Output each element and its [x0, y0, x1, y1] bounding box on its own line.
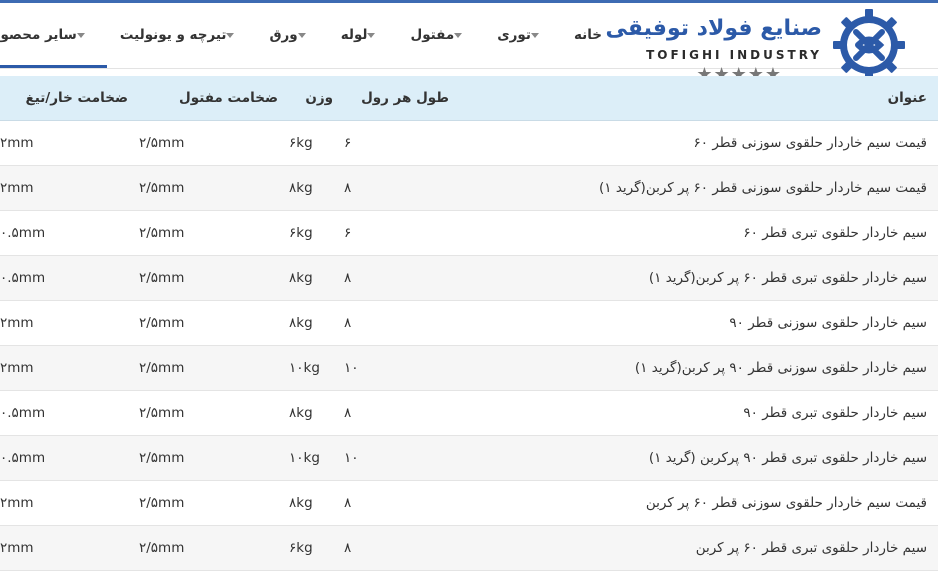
table-row: سیم خاردار حلقوی تبری قطر ۶۰ پر کربن ۸ ۶kg…	[0, 525, 938, 571]
chevron-down-icon	[454, 32, 463, 38]
cell-thorn-thickness: ۰.۵mm	[0, 435, 139, 481]
cell-thorn-thickness: ۲mm	[0, 165, 139, 211]
chevron-down-icon	[226, 32, 235, 38]
nav-item-other-products[interactable]: سایر محصولات	[0, 3, 107, 68]
cell-weight: ۸kg	[289, 390, 344, 436]
cell-wire-thickness: ۲/۵mm	[139, 255, 289, 301]
cell-length: ۶	[344, 120, 460, 166]
cell-length: ۱۰	[344, 435, 460, 481]
cell-title: سیم خاردار حلقوی تبری قطر ۹۰	[460, 390, 938, 436]
table-row: سیم خاردار حلقوی تبری قطر ۶۰ ۶ ۶kg ۲/۵mm ۰.۵…	[0, 210, 938, 256]
nav-item-mesh[interactable]: توری	[484, 3, 561, 67]
cell-wire-thickness: ۲/۵mm	[139, 480, 289, 526]
nav-item-label: تیرچه و یونولیت	[119, 27, 227, 43]
nav-item-wire[interactable]: مفتول	[397, 3, 484, 67]
cell-title: سیم خاردار حلقوی سوزنی قطر ۹۰ پر کربن(گر…	[460, 345, 938, 391]
cell-weight: ۸kg	[289, 165, 344, 211]
chevron-down-icon	[367, 32, 376, 38]
cell-wire-thickness: ۲/۵mm	[139, 210, 289, 256]
table-row: سیم خاردار حلقوی سوزنی قطر ۹۰ پر کربن(گر…	[0, 345, 938, 391]
brand-logo[interactable]: صنایع فولاد توفیقی TOFIGHI INDUSTRY ★★★★…	[605, 8, 906, 85]
table-row: قیمت سیم خاردار حلقوی سوزنی قطر ۶۰ ۶ ۶kg ۲/…	[0, 120, 938, 166]
cell-weight: ۸kg	[289, 255, 344, 301]
nav-item-label: ورق	[269, 27, 298, 43]
brand-subtitle: TOFIGHI INDUSTRY	[646, 48, 822, 62]
table-row: سیم خاردار حلقوی سوزنی قطر ۹۰ ۸ ۸kg ۲/۵mm ۲m…	[0, 300, 938, 346]
cell-weight: ۸kg	[289, 300, 344, 346]
cell-length: ۸	[344, 480, 460, 526]
cell-title: سیم خاردار حلقوی تبری قطر ۹۰ پرکربن (گری…	[460, 435, 938, 481]
cell-thorn-thickness: ۲mm	[0, 345, 139, 391]
cell-title: قیمت سیم خاردار حلقوی سوزنی قطر ۶۰ پر کر…	[460, 165, 938, 211]
cell-weight: ۶kg	[289, 210, 344, 256]
chevron-down-icon	[297, 32, 306, 38]
cell-length: ۸	[344, 525, 460, 571]
header-weight: وزن	[289, 76, 344, 121]
cell-thorn-thickness: ۰.۵mm	[0, 390, 139, 436]
nav-item-label: توری	[497, 27, 531, 43]
chevron-down-icon	[530, 32, 539, 38]
table-row: قیمت سیم خاردار حلقوی سوزنی قطر ۶۰ پر کر…	[0, 165, 938, 211]
price-table: عنوان طول هر رول وزن ضخامت مفتول ضخامت خ…	[0, 76, 938, 571]
cell-wire-thickness: ۲/۵mm	[139, 300, 289, 346]
table-row: سیم خاردار حلقوی تبری قطر ۹۰ ۸ ۸kg ۲/۵mm ۰.۵…	[0, 390, 938, 436]
site-header: صنایع فولاد توفیقی TOFIGHI INDUSTRY ★★★★…	[0, 0, 938, 85]
cell-wire-thickness: ۲/۵mm	[139, 165, 289, 211]
cell-wire-thickness: ۲/۵mm	[139, 345, 289, 391]
gear-logo-icon	[833, 9, 905, 81]
cell-thorn-thickness: ۲mm	[0, 120, 139, 166]
cell-thorn-thickness: ۲mm	[0, 300, 139, 346]
cell-weight: ۱۰kg	[289, 435, 344, 481]
cell-title: سیم خاردار حلقوی سوزنی قطر ۹۰	[460, 300, 938, 346]
cell-thorn-thickness: ۰.۵mm	[0, 210, 139, 256]
table-row: سیم خاردار حلقوی تبری قطر ۹۰ پرکربن (گری…	[0, 435, 938, 481]
chevron-down-icon	[76, 32, 85, 38]
cell-title: سیم خاردار حلقوی تبری قطر ۶۰ پر کربن	[460, 525, 938, 571]
nav-item-label: لوله	[340, 27, 368, 43]
table-row: قیمت سیم خاردار حلقوی سوزنی قطر ۶۰ پر کر…	[0, 480, 938, 526]
nav-item-label: سایر محصولات	[0, 27, 77, 43]
nav-item-joist[interactable]: تیرچه و یونولیت	[107, 3, 257, 67]
cell-title: قیمت سیم خاردار حلقوی سوزنی قطر ۶۰	[460, 120, 938, 166]
nav-item-sheet[interactable]: ورق	[256, 3, 327, 67]
nav-item-pipe[interactable]: لوله	[328, 3, 398, 67]
cell-title: قیمت سیم خاردار حلقوی سوزنی قطر ۶۰ پر کر…	[460, 480, 938, 526]
cell-title: سیم خاردار حلقوی تبری قطر ۶۰ پر کربن(گری…	[460, 255, 938, 301]
cell-wire-thickness: ۲/۵mm	[139, 390, 289, 436]
header-thorn-thickness: ضخامت خار/تیغ	[0, 76, 139, 121]
cell-thorn-thickness: ۲mm	[0, 525, 139, 571]
cell-length: ۸	[344, 165, 460, 211]
header-title: عنوان	[460, 76, 938, 121]
cell-weight: ۶kg	[289, 120, 344, 166]
header-wire-thickness: ضخامت مفتول	[139, 76, 289, 121]
cell-thorn-thickness: ۰.۵mm	[0, 255, 139, 301]
main-nav: خانه توری مفتول لوله ورق تیرچه و یونولیت…	[0, 3, 615, 68]
cell-length: ۸	[344, 255, 460, 301]
header-length: طول هر رول	[344, 76, 460, 121]
cell-wire-thickness: ۲/۵mm	[139, 435, 289, 481]
cell-title: سیم خاردار حلقوی تبری قطر ۶۰	[460, 210, 938, 256]
table-row: سیم خاردار حلقوی تبری قطر ۶۰ پر کربن(گری…	[0, 255, 938, 301]
cell-thorn-thickness: ۲mm	[0, 480, 139, 526]
cell-wire-thickness: ۲/۵mm	[139, 525, 289, 571]
cell-weight: ۱۰kg	[289, 345, 344, 391]
cell-weight: ۸kg	[289, 480, 344, 526]
cell-length: ۸	[344, 300, 460, 346]
price-table-container: عنوان طول هر رول وزن ضخامت مفتول ضخامت خ…	[0, 76, 938, 571]
nav-item-label: خانه	[573, 27, 602, 43]
cell-wire-thickness: ۲/۵mm	[139, 120, 289, 166]
cell-length: ۱۰	[344, 345, 460, 391]
brand-name: صنایع فولاد توفیقی	[605, 16, 822, 41]
table-header-row: عنوان طول هر رول وزن ضخامت مفتول ضخامت خ…	[0, 76, 938, 121]
nav-item-home[interactable]: خانه	[561, 3, 615, 67]
cell-weight: ۶kg	[289, 525, 344, 571]
cell-length: ۶	[344, 210, 460, 256]
cell-length: ۸	[344, 390, 460, 436]
nav-item-label: مفتول	[410, 27, 455, 43]
